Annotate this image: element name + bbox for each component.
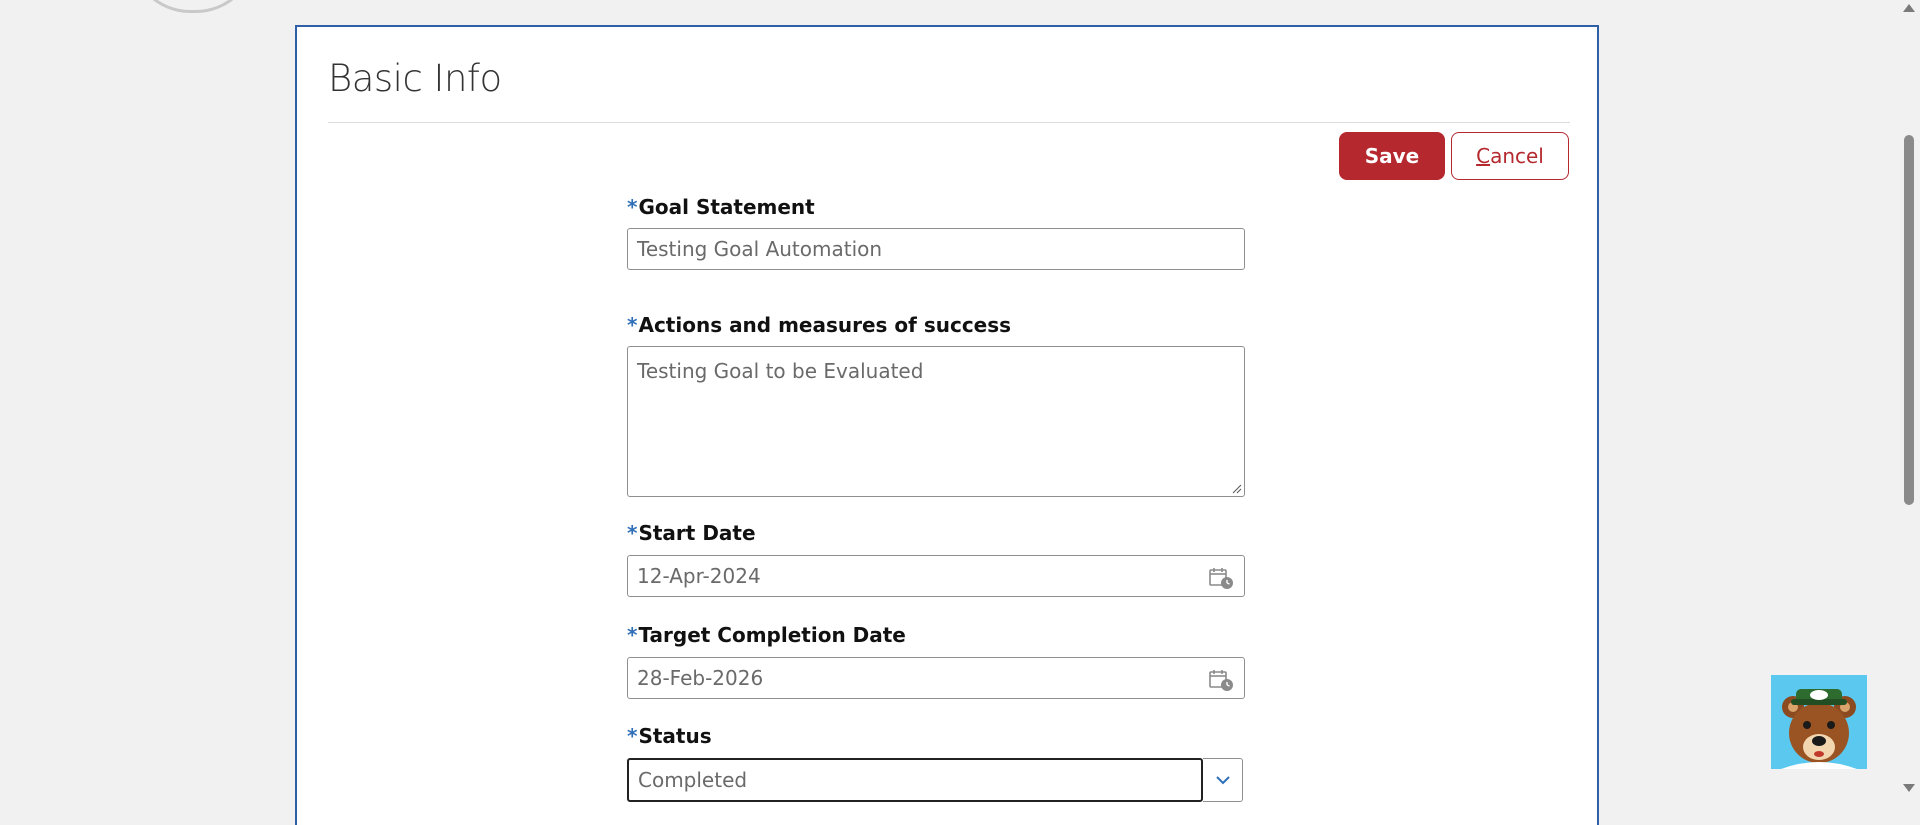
scroll-down-arrow-icon[interactable]: [1903, 784, 1915, 792]
save-button[interactable]: Save: [1339, 132, 1445, 180]
required-marker: *: [627, 623, 638, 647]
page-scrollbar[interactable]: [1897, 0, 1920, 800]
actions-value: Testing Goal to be Evaluated: [637, 359, 924, 383]
basic-info-panel: Basic Info Save Cancel *Goal Statement T…: [295, 25, 1599, 825]
assistant-mascot-button[interactable]: [1771, 675, 1867, 769]
title-divider: [328, 122, 1570, 123]
required-marker: *: [627, 724, 638, 748]
required-marker: *: [627, 521, 638, 545]
target-date-input[interactable]: 28-Feb-2026: [627, 657, 1245, 699]
actions-label-text: Actions and measures of success: [638, 313, 1012, 337]
goal-statement-value: Testing Goal Automation: [637, 237, 883, 261]
resize-handle-icon[interactable]: [1232, 484, 1242, 494]
status-label-text: Status: [638, 724, 712, 748]
status-dropdown-button[interactable]: [1203, 758, 1243, 802]
page-title: Basic Info: [328, 57, 502, 100]
goal-statement-label: *Goal Statement: [627, 195, 815, 219]
start-date-input[interactable]: 12-Apr-2024: [627, 555, 1245, 597]
calendar-icon[interactable]: [1208, 566, 1234, 590]
start-date-label: *Start Date: [627, 521, 756, 545]
scroll-up-arrow-icon[interactable]: [1903, 4, 1915, 12]
bear-mascot-icon: [1781, 689, 1857, 769]
target-date-label: *Target Completion Date: [627, 623, 906, 647]
chevron-down-icon: [1215, 776, 1230, 785]
user-avatar[interactable]: [130, 0, 256, 13]
goal-statement-input[interactable]: Testing Goal Automation: [627, 228, 1245, 270]
required-marker: *: [627, 195, 638, 219]
actions-label: *Actions and measures of success: [627, 313, 1011, 337]
calendar-icon[interactable]: [1208, 668, 1234, 692]
cancel-accesskey: C: [1476, 144, 1491, 168]
goal-statement-label-text: Goal Statement: [638, 195, 815, 219]
target-date-value: 28-Feb-2026: [637, 666, 764, 690]
required-marker: *: [627, 313, 638, 337]
status-select[interactable]: Completed: [627, 758, 1203, 802]
target-date-label-text: Target Completion Date: [638, 623, 906, 647]
start-date-value: 12-Apr-2024: [637, 564, 761, 588]
status-label: *Status: [627, 724, 712, 748]
cancel-button[interactable]: Cancel: [1451, 132, 1569, 180]
scroll-thumb[interactable]: [1904, 135, 1914, 505]
actions-textarea[interactable]: Testing Goal to be Evaluated: [627, 346, 1245, 497]
status-value: Completed: [638, 768, 748, 792]
cancel-label-rest: ancel: [1490, 144, 1544, 168]
start-date-label-text: Start Date: [638, 521, 756, 545]
